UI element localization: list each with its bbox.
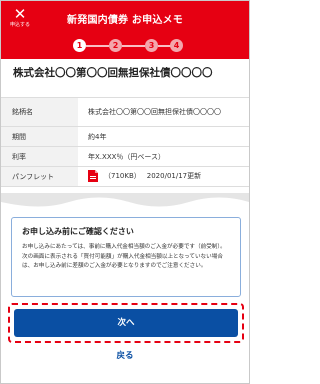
row-value-name: 株式会社〇〇第〇〇回無担保社債〇〇〇〇 bbox=[78, 97, 249, 127]
row-value-pamphlet: （710KB） 2020/01/17更新 bbox=[78, 166, 249, 187]
pdf-icon bbox=[88, 169, 98, 182]
table-row: パンフレット （710KB） 2020/01/17更新 bbox=[1, 166, 249, 187]
next-button-highlight: 次へ bbox=[8, 303, 244, 343]
notice-paragraph: 次の画面に表示される「買付可能額」が購入代金相当額以上となっていない場合は、お申… bbox=[22, 253, 223, 270]
notice-title: お申し込み前にご確認ください bbox=[22, 227, 134, 236]
app-frame: ✕ 申込する 新発国内債券 お申込メモ 1 2 3 4 株式会社〇〇第〇〇回無担… bbox=[0, 0, 250, 384]
page-title: 新発国内債券 お申込メモ bbox=[67, 15, 183, 26]
notice-body: お申し込みにあたっては、事前に購入代金相当額のご入金が必要です（前受制）。 次の… bbox=[22, 243, 230, 272]
pamphlet-updated: 2020/01/17更新 bbox=[146, 171, 202, 180]
step-2: 2 bbox=[109, 39, 122, 52]
step-4: 4 bbox=[170, 39, 183, 52]
product-title: 株式会社〇〇第〇〇回無担保社債〇〇〇〇 bbox=[13, 67, 213, 79]
step-3: 3 bbox=[145, 39, 158, 52]
notice-paragraph: お申し込みにあたっては、事前に購入代金相当額のご入金が必要です（前受制）。 bbox=[22, 244, 226, 250]
back-link[interactable]: 戻る bbox=[1, 349, 249, 361]
info-table: 銘柄名 株式会社〇〇第〇〇回無担保社債〇〇〇〇 期間 約4年 利率 年X.XXX… bbox=[1, 97, 249, 187]
table-row: 期間 約4年 bbox=[1, 126, 249, 147]
row-value-term: 約4年 bbox=[78, 126, 249, 147]
row-label-rate: 利率 bbox=[1, 146, 78, 167]
table-row: 銘柄名 株式会社〇〇第〇〇回無担保社債〇〇〇〇 bbox=[1, 97, 249, 127]
row-label-term: 期間 bbox=[1, 126, 78, 147]
row-label-name: 銘柄名 bbox=[1, 97, 78, 127]
wave-divider bbox=[1, 193, 249, 207]
next-button[interactable]: 次へ bbox=[14, 309, 238, 337]
row-label-pamphlet: パンフレット bbox=[1, 166, 78, 187]
step-indicator: 1 2 3 4 bbox=[73, 39, 183, 53]
step-1: 1 bbox=[73, 39, 86, 52]
pamphlet-link[interactable]: （710KB） 2020/01/17更新 bbox=[88, 169, 202, 182]
step-connector bbox=[86, 45, 109, 47]
table-row: 利率 年X.XXX％（円ベース） bbox=[1, 146, 249, 167]
header: ✕ 申込する 新発国内債券 お申込メモ 1 2 3 4 bbox=[1, 1, 249, 59]
pamphlet-size: （710KB） bbox=[104, 171, 141, 180]
row-value-rate: 年X.XXX％（円ベース） bbox=[78, 146, 249, 167]
notice-box: お申し込み前にご確認ください お申し込みにあたっては、事前に購入代金相当額のご入… bbox=[11, 217, 241, 297]
step-connector bbox=[122, 45, 145, 47]
